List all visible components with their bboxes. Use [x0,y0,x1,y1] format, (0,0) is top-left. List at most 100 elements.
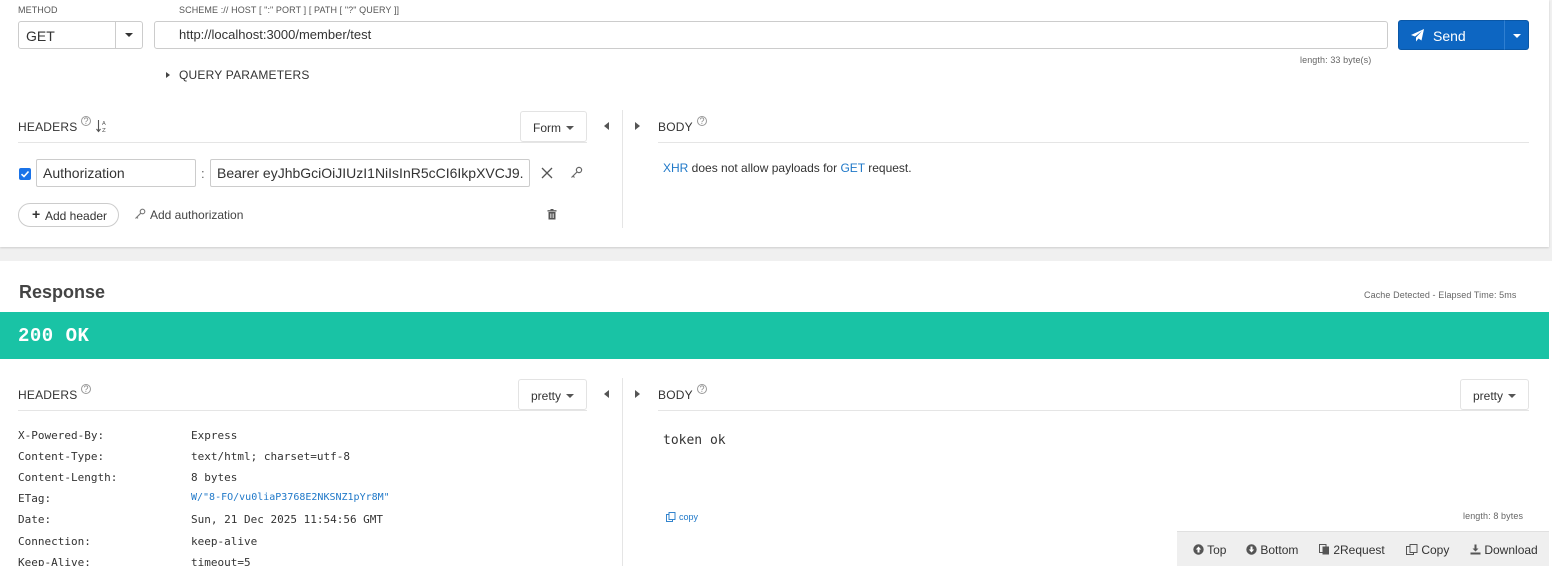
key-icon [135,208,146,219]
response-header-name: Date: [18,513,52,526]
divider [18,142,587,143]
panel-divider [622,378,623,566]
copy-label: copy [679,512,699,522]
request-body-title: BODY [658,120,693,134]
download-label: Download [1484,543,1538,557]
response-header-name: Keep-Alive: [18,556,91,566]
add-header-label: Add header [45,209,108,223]
expand-right-icon[interactable] [635,122,640,130]
response-body-mode-label: pretty [1473,389,1504,403]
response-title: Response [19,282,106,302]
scroll-top-button[interactable]: Top [1193,543,1226,557]
response-body-content: token ok [663,433,726,448]
divider [18,410,587,411]
headers-mode-label: Form [533,121,561,135]
response-body-title: BODY [658,388,693,402]
help-icon[interactable]: ? [81,384,91,394]
body-notice-end: request. [864,161,912,175]
plus-icon: + [32,206,41,222]
send-button[interactable]: Send [1398,20,1505,50]
help-icon[interactable]: ? [697,116,707,126]
response-body-mode-dropdown[interactable]: pretty [1460,379,1529,410]
copy-label: Copy [1421,543,1450,557]
to-request-button[interactable]: 2Request [1319,543,1385,557]
copy-body-button[interactable]: copy [666,511,706,525]
download-button[interactable]: Download [1470,543,1538,557]
collapse-left-icon[interactable] [604,390,609,398]
response-headers-title: HEADERS [18,388,78,402]
response-header-value: Express [191,429,238,442]
header-name-input[interactable]: Authorization [36,159,196,187]
response-header-name: ETag: [18,492,52,505]
sort-icon[interactable]: A Z [96,119,108,133]
caret-right-icon [166,72,170,78]
to-request-label: 2Request [1333,543,1385,557]
url-format-label: SCHEME :// HOST [ ":" PORT ] [ PATH [ "?… [179,5,400,15]
top-label: Top [1207,543,1227,557]
scroll-bottom-button[interactable]: Bottom [1246,543,1298,557]
body-notice: XHR does not allow payloads for GET requ… [663,161,912,175]
header-enabled-checkbox[interactable] [19,168,31,180]
collapse-left-icon[interactable] [604,122,609,130]
method-dropdown-toggle[interactable] [115,22,142,48]
send-label: Send [1433,28,1466,44]
add-authorization-button[interactable]: Add authorization [134,207,254,223]
method-label: METHOD [18,5,58,15]
header-separator: : [201,166,205,181]
copy-button[interactable]: Copy [1406,543,1449,557]
copy-to-request-icon [1319,544,1329,555]
divider [658,142,1529,143]
query-parameters-toggle[interactable]: QUERY PARAMETERS [166,68,326,84]
method-select[interactable]: GET [18,21,143,49]
response-header-value: Sun, 21 Dec 2025 11:54:56 GMT [191,513,384,526]
status-bar: 200 OK [0,312,1549,359]
close-icon[interactable] [541,167,553,179]
trash-icon[interactable] [547,209,557,220]
download-icon [1470,544,1481,555]
response-headers-mode-dropdown[interactable]: pretty [518,379,587,410]
response-headers-mode-label: pretty [531,389,562,403]
arrow-down-circle-icon [1246,544,1257,555]
chevron-down-icon [1508,394,1516,398]
bottom-toolbar: Top Bottom 2Request Copy Download [1177,531,1549,566]
xhr-link[interactable]: XHR [663,161,688,175]
chevron-down-icon [125,33,133,37]
header-value-input[interactable]: Bearer eyJhbGciOiJIUzI1NiIsInR5cCI6IkpXV… [210,159,530,187]
expand-right-icon[interactable] [635,390,640,398]
status-text: 200 OK [18,325,90,347]
response-header-name: Content-Length: [18,471,118,484]
body-notice-text: does not allow payloads for [688,161,841,175]
paper-plane-icon [1411,29,1424,42]
response-body-length: length: 8 bytes [1463,511,1524,521]
copy-icon [666,512,676,522]
checkmark-icon [20,170,30,178]
svg-text:Z: Z [102,128,106,133]
get-link[interactable]: GET [840,161,864,175]
bottom-label: Bottom [1260,543,1299,557]
method-value: GET [26,28,55,44]
headers-mode-dropdown[interactable]: Form [520,111,587,142]
send-options-button[interactable] [1504,20,1529,50]
panel-divider [622,110,623,228]
chevron-down-icon [566,394,574,398]
response-header-value: 8 bytes [191,471,238,484]
response-meta: Cache Detected - Elapsed Time: 5ms [1364,290,1517,300]
response-header-value: timeout=5 [191,556,251,566]
help-icon[interactable]: ? [697,384,707,394]
response-header-name: X-Powered-By: [18,429,105,442]
divider [658,410,1529,411]
help-icon[interactable]: ? [81,116,91,126]
add-authorization-label: Add authorization [150,208,244,222]
etag-link[interactable]: W/"8-FO/vu0liaP3768E2NKSNZ1pYr8M" [191,492,390,503]
response-header-name: Connection: [18,535,91,548]
key-icon[interactable] [570,166,583,179]
response-header-value: keep-alive [191,535,258,548]
svg-text:A: A [102,121,106,127]
url-input[interactable]: http://localhost:3000/member/test [154,21,1388,49]
query-parameters-label: QUERY PARAMETERS [179,68,310,82]
chevron-down-icon [1513,34,1521,38]
request-panel: METHOD GET SCHEME :// HOST [ ":" PORT ] … [0,0,1549,247]
add-header-button[interactable]: + Add header [18,203,119,227]
chevron-down-icon [566,126,574,130]
response-header-value: text/html; charset=utf-8 [191,450,350,463]
